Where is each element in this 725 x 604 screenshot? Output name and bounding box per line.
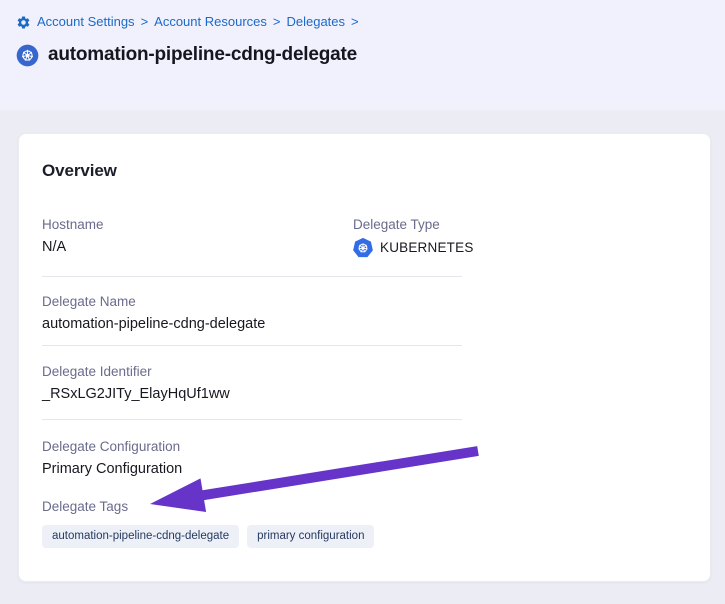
delegate-details-page: Account Settings > Account Resources > D… <box>0 0 725 582</box>
hostname-label: Hostname <box>42 216 353 233</box>
settings-gear-icon <box>16 15 31 30</box>
delegate-name-value: automation-pipeline-cdng-delegate <box>42 315 462 333</box>
delegate-type-value: KUBERNETES <box>353 238 474 258</box>
delegate-type-label: Delegate Type <box>353 216 474 233</box>
breadcrumb: Account Settings > Account Resources > D… <box>16 14 709 30</box>
delegate-identifier-row: Delegate Identifier _RSxLG2JITy_ElayHqUf… <box>42 346 462 420</box>
delegate-configuration-row: Delegate Configuration Primary Configura… <box>42 420 462 478</box>
kubernetes-icon <box>353 238 373 258</box>
delegate-tag: automation-pipeline-cdng-delegate <box>42 525 239 548</box>
delegate-tag-list: automation-pipeline-cdng-delegate primar… <box>42 525 462 548</box>
breadcrumb-separator: > <box>351 14 359 30</box>
hostname-type-row: Hostname N/A Delegate Type <box>42 200 462 277</box>
title-row: automation-pipeline-cdng-delegate <box>16 43 709 67</box>
delegate-name-label: Delegate Name <box>42 293 462 310</box>
breadcrumb-account-resources[interactable]: Account Resources <box>154 14 267 30</box>
overview-card: Overview Hostname N/A Delegate Type <box>18 133 711 582</box>
breadcrumb-delegates[interactable]: Delegates <box>286 14 345 30</box>
overview-heading: Overview <box>42 160 686 182</box>
breadcrumb-account-settings[interactable]: Account Settings <box>37 14 135 30</box>
delegate-type-field: Delegate Type <box>353 216 474 258</box>
delegate-tags-label: Delegate Tags <box>42 498 462 515</box>
hostname-value: N/A <box>42 238 353 256</box>
delegate-configuration-label: Delegate Configuration <box>42 438 462 455</box>
hostname-field: Hostname N/A <box>42 216 353 258</box>
breadcrumb-separator: > <box>273 14 281 30</box>
delegate-tag: primary configuration <box>247 525 374 548</box>
delegate-tags-row: Delegate Tags automation-pipeline-cdng-d… <box>42 498 462 548</box>
delegate-identifier-value: _RSxLG2JITy_ElayHqUf1ww <box>42 385 462 403</box>
page-header: Account Settings > Account Resources > D… <box>0 0 725 110</box>
page-body: Overview Hostname N/A Delegate Type <box>0 110 725 582</box>
page-title: automation-pipeline-cdng-delegate <box>48 43 357 67</box>
delegate-configuration-value: Primary Configuration <box>42 460 462 478</box>
overview-content: Hostname N/A Delegate Type <box>42 200 462 548</box>
breadcrumb-separator: > <box>141 14 149 30</box>
delegate-identifier-label: Delegate Identifier <box>42 363 462 380</box>
delegate-name-row: Delegate Name automation-pipeline-cdng-d… <box>42 277 462 346</box>
kubernetes-icon <box>16 44 39 67</box>
delegate-type-text: KUBERNETES <box>380 239 474 257</box>
